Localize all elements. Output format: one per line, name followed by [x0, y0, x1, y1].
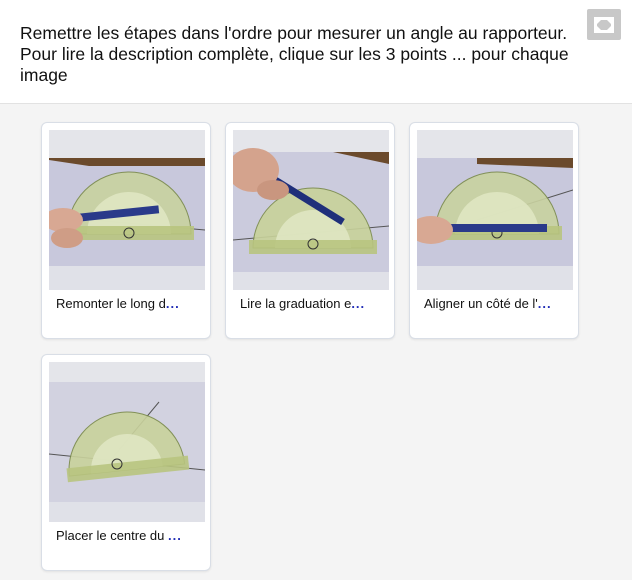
step-caption-text: Placer le centre du — [56, 528, 169, 543]
step-image — [233, 130, 389, 290]
question-header: Remettre les étapes dans l'ordre pour me… — [0, 0, 632, 104]
step-caption-text: Aligner un côté de l' — [424, 296, 538, 311]
sortable-area: Remonter le long d... Lire la graduation… — [0, 104, 632, 580]
step-caption: Remonter le long d... — [56, 296, 206, 312]
step-card[interactable]: Lire la graduation e... — [225, 122, 395, 339]
step-image — [417, 130, 573, 290]
step-card[interactable]: Placer le centre du ... — [41, 354, 211, 571]
more-options-button[interactable]: ... — [538, 296, 552, 311]
instruction-line-1: Remettre les étapes dans l'ordre pour me… — [20, 23, 568, 43]
step-caption-text: Remonter le long d — [56, 296, 166, 311]
protractor-photo-icon — [49, 362, 205, 522]
instruction-text: Remettre les étapes dans l'ordre pour me… — [20, 23, 595, 86]
step-caption-text: Lire la graduation e — [240, 296, 352, 311]
more-options-button[interactable]: ... — [351, 296, 365, 311]
fullscreen-button[interactable] — [587, 9, 621, 40]
step-caption: Placer le centre du ... — [56, 528, 206, 544]
protractor-photo-icon — [49, 130, 205, 290]
protractor-photo-icon — [233, 130, 389, 290]
instruction-line-2: Pour lire la description complète, cliqu… — [20, 44, 569, 64]
instruction-line-3: image — [20, 65, 68, 85]
more-options-button[interactable]: ... — [168, 528, 182, 543]
step-image — [49, 362, 205, 522]
fullscreen-icon — [594, 16, 614, 33]
protractor-photo-icon — [417, 130, 573, 290]
more-options-button[interactable]: ... — [166, 296, 180, 311]
step-image — [49, 130, 205, 290]
step-card[interactable]: Aligner un côté de l'... — [409, 122, 579, 339]
step-card[interactable]: Remonter le long d... — [41, 122, 211, 339]
step-caption: Aligner un côté de l'... — [424, 296, 574, 312]
step-caption: Lire la graduation e... — [240, 296, 390, 312]
